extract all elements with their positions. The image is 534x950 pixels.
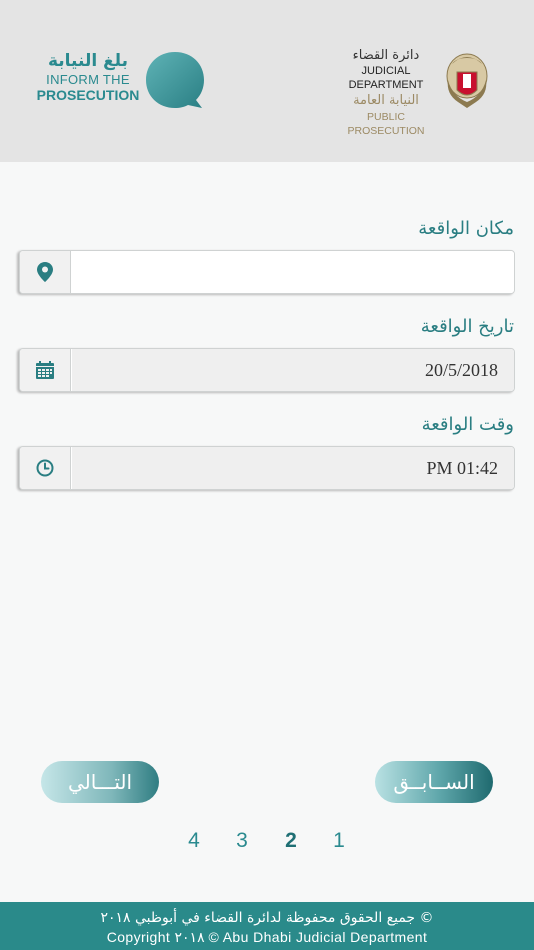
next-button[interactable]: التـــالي [41, 761, 159, 803]
footer: © جميع الحقوق محفوظة لدائرة القضاء في أب… [0, 902, 534, 950]
jd-logo-arabic-top: دائرة القضاء [352, 48, 420, 63]
inform-logo-line2: PROSECUTION [36, 87, 140, 103]
jd-logo-arabic-bottom: النيابة العامة [353, 93, 419, 108]
time-label: وقت الواقعة [421, 414, 514, 435]
page-1[interactable]: 1 [327, 829, 351, 853]
time-input[interactable]: PM 01:42 [72, 447, 514, 489]
jd-logo-english-top: JUDICIAL DEPARTMENT [348, 65, 424, 91]
location-picker-button[interactable] [20, 251, 71, 293]
page-2-current[interactable]: 2 [279, 829, 303, 853]
date-picker-button[interactable] [20, 349, 71, 391]
page-4[interactable]: 4 [182, 829, 206, 853]
inform-the-prosecution-logo: بلغ النيابة INFORM THE PROSECUTION [36, 50, 208, 112]
previous-button[interactable]: الســابــق [375, 761, 493, 803]
page-3[interactable]: 3 [230, 829, 254, 853]
clock-icon [36, 459, 54, 477]
footer-copyright-english: Copyright ٢٠١٨ © Abu Dhabi Judicial Depa… [106, 929, 428, 945]
jd-logo-english-bottom: PUBLIC PROSECUTION [347, 111, 425, 137]
date-label: تاريخ الواقعة [420, 316, 514, 337]
inform-logo-line1: INFORM THE [46, 72, 130, 87]
pagination: 4 3 2 1 [180, 829, 360, 857]
map-pin-icon [37, 262, 53, 282]
calendar-icon [36, 361, 54, 379]
time-picker-button[interactable] [20, 447, 71, 489]
location-field[interactable] [19, 250, 515, 294]
judicial-department-logo: دائرة القضاء JUDICIAL DEPARTMENT النيابة… [330, 48, 492, 137]
footer-copyright-arabic: © جميع الحقوق محفوظة لدائرة القضاء في أب… [100, 910, 434, 926]
falcon-emblem-icon [446, 53, 488, 108]
app-header: بلغ النيابة INFORM THE PROSECUTION دائرة… [0, 0, 534, 162]
date-input[interactable]: 20/5/2018 [72, 349, 514, 391]
speech-bubble-icon [146, 52, 204, 108]
date-field[interactable]: 20/5/2018 [19, 348, 515, 392]
inform-logo-arabic: بلغ النيابة [47, 51, 129, 71]
location-label: مكان الواقعة [418, 218, 514, 239]
location-input[interactable] [72, 251, 514, 293]
time-field[interactable]: PM 01:42 [19, 446, 515, 490]
